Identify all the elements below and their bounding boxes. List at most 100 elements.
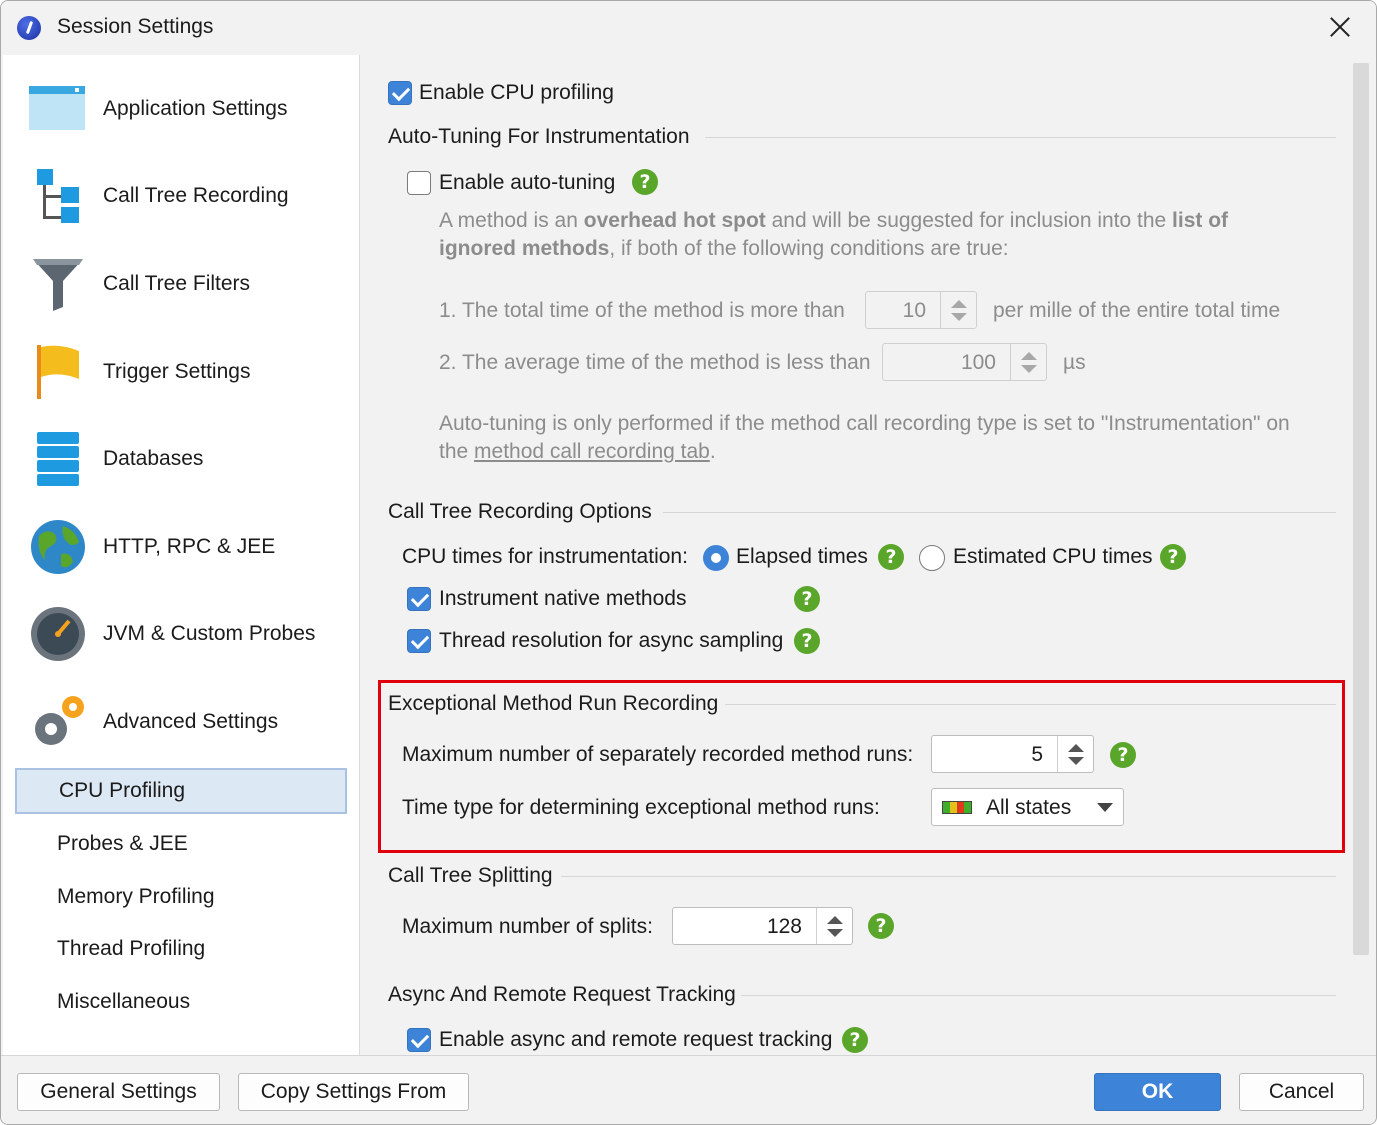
cpu-times-label: CPU times for instrumentation: xyxy=(402,545,688,568)
section-title-call-tree-splitting: Call Tree Splitting xyxy=(388,864,553,887)
sidebar-item-label: Databases xyxy=(103,447,204,470)
help-icon[interactable]: ? xyxy=(794,586,820,612)
condition-2-unit: µs xyxy=(1063,351,1086,374)
sidebar-item-application-settings[interactable]: Application Settings xyxy=(3,69,360,149)
help-icon[interactable]: ? xyxy=(1110,742,1136,768)
sidebar-subitem-cpu-profiling[interactable]: CPU Profiling xyxy=(15,768,347,814)
estimated-cpu-times-radio[interactable] xyxy=(919,545,945,571)
jprofiler-app-icon xyxy=(17,16,41,40)
gauge-icon xyxy=(31,607,85,661)
max-method-runs-spinner[interactable]: 5 xyxy=(931,735,1094,773)
application-window-icon xyxy=(29,86,85,130)
call-tree-icon xyxy=(37,169,79,223)
spinner-value: 10 xyxy=(902,299,926,322)
spinner-down-icon[interactable] xyxy=(1021,365,1037,373)
spinner-arrows[interactable] xyxy=(816,908,852,944)
auto-tuning-note-line-2: the method call recording tab. xyxy=(439,440,716,463)
database-stack-icon xyxy=(37,432,79,486)
settings-sidebar: Application Settings Call Tree Recording… xyxy=(3,55,360,1055)
method-call-recording-tab-link[interactable]: method call recording tab xyxy=(474,440,710,463)
chevron-down-icon xyxy=(1097,803,1113,812)
max-splits-label: Maximum number of splits: xyxy=(402,915,653,938)
enable-async-tracking-checkbox[interactable] xyxy=(407,1028,431,1052)
sidebar-item-jvm-custom-probes[interactable]: JVM & Custom Probes xyxy=(3,594,360,674)
sidebar-item-databases[interactable]: Databases xyxy=(3,419,360,499)
sidebar-item-call-tree-filters[interactable]: Call Tree Filters xyxy=(3,244,360,324)
spinner-up-icon[interactable] xyxy=(827,916,843,924)
copy-settings-from-button[interactable]: Copy Settings From xyxy=(238,1073,469,1111)
auto-tuning-note-line-1: Auto-tuning is only performed if the met… xyxy=(439,412,1290,435)
spinner-down-icon[interactable] xyxy=(827,929,843,937)
section-title-auto-tuning: Auto-Tuning For Instrumentation xyxy=(388,125,690,148)
globe-icon xyxy=(31,520,85,574)
sidebar-subitem-memory-profiling[interactable]: Memory Profiling xyxy=(15,874,347,920)
sidebar-item-http-rpc-jee[interactable]: HTTP, RPC & JEE xyxy=(3,507,360,587)
sidebar-item-trigger-settings[interactable]: Trigger Settings xyxy=(3,332,360,412)
time-type-selected-value: All states xyxy=(986,796,1072,819)
section-divider xyxy=(663,512,1336,513)
title-bar: Session Settings xyxy=(1,1,1376,55)
section-title-exceptional-method-run-recording: Exceptional Method Run Recording xyxy=(388,692,719,715)
spinner-value: 5 xyxy=(1031,743,1043,766)
spinner-up-icon[interactable] xyxy=(1068,744,1084,752)
instrument-native-methods-label: Instrument native methods xyxy=(439,587,687,610)
enable-auto-tuning-label: Enable auto-tuning xyxy=(439,171,616,194)
elapsed-times-radio[interactable] xyxy=(703,545,729,571)
help-icon[interactable]: ? xyxy=(842,1027,868,1053)
condition-1-unit: per mille of the entire total time xyxy=(993,299,1281,322)
sidebar-item-advanced-settings[interactable]: Advanced Settings xyxy=(3,682,360,762)
spinner-down-icon[interactable] xyxy=(1068,757,1084,765)
sidebar-subitem-probes-jee[interactable]: Probes & JEE xyxy=(15,821,347,867)
condition-2-label: 2. The average time of the method is les… xyxy=(439,351,871,374)
spinner-value: 128 xyxy=(766,915,802,938)
spinner-value: 100 xyxy=(960,351,996,374)
funnel-filter-icon xyxy=(33,259,83,311)
total-time-threshold-spinner[interactable]: 10 xyxy=(865,291,977,329)
spinner-arrows[interactable] xyxy=(940,292,976,328)
spinner-up-icon[interactable] xyxy=(1021,352,1037,360)
help-icon[interactable]: ? xyxy=(1160,544,1186,570)
section-title-async-remote-tracking: Async And Remote Request Tracking xyxy=(388,983,736,1006)
general-settings-button[interactable]: General Settings xyxy=(17,1073,220,1111)
help-icon[interactable]: ? xyxy=(632,169,658,195)
auto-tuning-description-line-1: A method is an overhead hot spot and wil… xyxy=(439,209,1229,232)
sidebar-subitem-label: Miscellaneous xyxy=(57,990,191,1013)
time-type-label: Time type for determining exceptional me… xyxy=(402,796,880,819)
window-title: Session Settings xyxy=(57,15,214,38)
ok-button[interactable]: OK xyxy=(1094,1073,1221,1111)
max-splits-spinner[interactable]: 128 xyxy=(672,907,853,945)
instrument-native-methods-checkbox[interactable] xyxy=(407,587,431,611)
spinner-arrows[interactable] xyxy=(1010,344,1046,380)
sidebar-subitem-label: Memory Profiling xyxy=(57,885,215,908)
enable-cpu-profiling-checkbox[interactable] xyxy=(388,81,412,105)
time-type-dropdown[interactable]: All states xyxy=(931,788,1124,826)
sidebar-item-label: Advanced Settings xyxy=(103,710,279,733)
thread-resolution-checkbox[interactable] xyxy=(407,629,431,653)
close-icon[interactable] xyxy=(1326,13,1354,41)
average-time-threshold-spinner[interactable]: 100 xyxy=(882,343,1047,381)
dialog-button-bar: General Settings Copy Settings From OK C… xyxy=(1,1055,1376,1124)
sidebar-subitem-miscellaneous[interactable]: Miscellaneous xyxy=(15,979,347,1025)
help-icon[interactable]: ? xyxy=(878,544,904,570)
sidebar-subitem-label: Probes & JEE xyxy=(57,832,188,855)
section-title-call-tree-recording-options: Call Tree Recording Options xyxy=(388,500,652,523)
spinner-arrows[interactable] xyxy=(1057,736,1093,772)
help-icon[interactable]: ? xyxy=(868,913,894,939)
spinner-up-icon[interactable] xyxy=(951,300,967,308)
elapsed-times-label: Elapsed times xyxy=(736,545,868,568)
async-tracking-row: Enable async and remote request tracking… xyxy=(381,1019,1346,1055)
enable-auto-tuning-checkbox[interactable] xyxy=(407,171,431,195)
thread-states-color-icon xyxy=(942,801,972,814)
sidebar-item-label: Trigger Settings xyxy=(103,360,251,383)
section-divider xyxy=(561,876,1336,877)
cancel-button[interactable]: Cancel xyxy=(1239,1073,1364,1111)
spinner-down-icon[interactable] xyxy=(951,313,967,321)
help-icon[interactable]: ? xyxy=(794,628,820,654)
section-divider xyxy=(705,137,1336,138)
thread-resolution-label: Thread resolution for async sampling xyxy=(439,629,784,652)
sidebar-subitem-thread-profiling[interactable]: Thread Profiling xyxy=(15,926,347,972)
gears-icon xyxy=(35,696,84,745)
session-settings-dialog: Session Settings Application Settings Ca… xyxy=(0,0,1377,1125)
sidebar-item-call-tree-recording[interactable]: Call Tree Recording xyxy=(3,156,360,236)
vertical-scrollbar[interactable] xyxy=(1353,63,1369,955)
